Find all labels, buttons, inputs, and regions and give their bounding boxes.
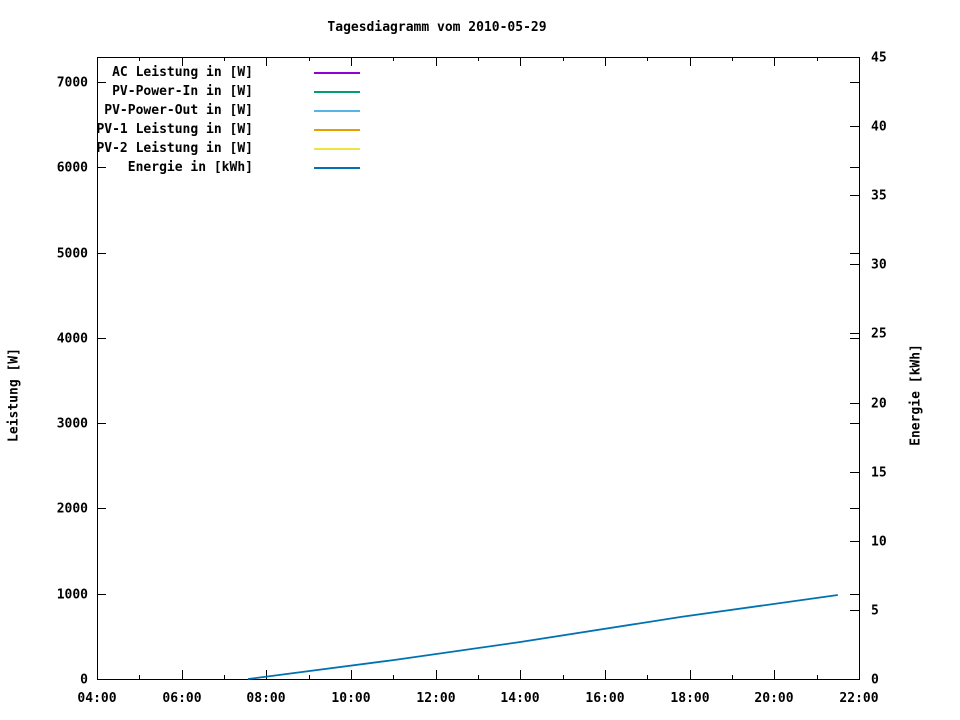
legend-sample-line: [314, 109, 360, 112]
y-right-tick-label: 35: [871, 189, 887, 204]
y-right-tick-label: 30: [871, 258, 887, 273]
legend-label: PV-Power-Out in [W]: [104, 103, 253, 118]
y-right-tick-label: 40: [871, 120, 887, 135]
legend-row: PV-2 Leistung in [W]: [0, 139, 360, 158]
x-tick-label: 22:00: [839, 691, 878, 706]
legend-label: PV-Power-In in [W]: [112, 84, 253, 99]
y-left-tick-label: 5000: [57, 247, 88, 262]
x-tick-label: 16:00: [585, 691, 624, 706]
x-tick-label: 14:00: [500, 691, 539, 706]
y-right-tick-label: 15: [871, 466, 887, 481]
x-tick-label: 20:00: [754, 691, 793, 706]
y-left-tick-label: 3000: [57, 417, 88, 432]
legend-row: AC Leistung in [W]: [0, 63, 360, 82]
legend-row: PV-1 Leistung in [W]: [0, 120, 360, 139]
x-tick-label: 18:00: [670, 691, 709, 706]
y-left-tick-label: 1000: [57, 588, 88, 603]
legend: AC Leistung in [W] PV-Power-In in [W] PV…: [0, 63, 360, 177]
y-right-tick-label: 45: [871, 51, 887, 66]
legend-sample-line: [314, 128, 360, 131]
x-tick-label: 10:00: [331, 691, 370, 706]
x-tick-label: 04:00: [77, 691, 116, 706]
legend-row: PV-Power-In in [W]: [0, 82, 360, 101]
legend-sample-line: [314, 71, 360, 74]
legend-row: Energie in [kWh]: [0, 158, 360, 177]
x-tick-label: 08:00: [246, 691, 285, 706]
y-left-tick-label: 2000: [57, 502, 88, 517]
y-right-tick-label: 10: [871, 535, 887, 550]
legend-label: Energie in [kWh]: [127, 160, 253, 175]
y-axis-label-right: Energie [kWh]: [908, 344, 924, 446]
y-axis-label-left: Leistung [W]: [6, 348, 22, 442]
legend-sample-line: [314, 166, 360, 169]
y-left-tick-label: 0: [80, 673, 88, 688]
chart-canvas: 04:00 06:00 08:00 10:00 12:00 14:00 16:00 18:00…: [0, 0, 960, 720]
y-right-tick-label: 20: [871, 397, 887, 412]
y-right-tick-label: 5: [871, 604, 879, 619]
legend-label: PV-2 Leistung in [W]: [96, 141, 253, 156]
x-tick-label: 12:00: [416, 691, 455, 706]
legend-sample-line: [314, 90, 360, 93]
legend-row: PV-Power-Out in [W]: [0, 101, 360, 120]
y-right-tick-label: 25: [871, 327, 887, 342]
legend-label: AC Leistung in [W]: [112, 65, 253, 80]
legend-sample-line: [314, 147, 360, 150]
y-right-tick-label: 0: [871, 673, 879, 688]
y-left-tick-label: 4000: [57, 332, 88, 347]
chart-title: Tagesdiagramm vom 2010-05-29: [327, 20, 547, 35]
legend-label: PV-1 Leistung in [W]: [96, 122, 253, 137]
x-tick-label: 06:00: [162, 691, 201, 706]
series-line-energie: [247, 594, 838, 680]
